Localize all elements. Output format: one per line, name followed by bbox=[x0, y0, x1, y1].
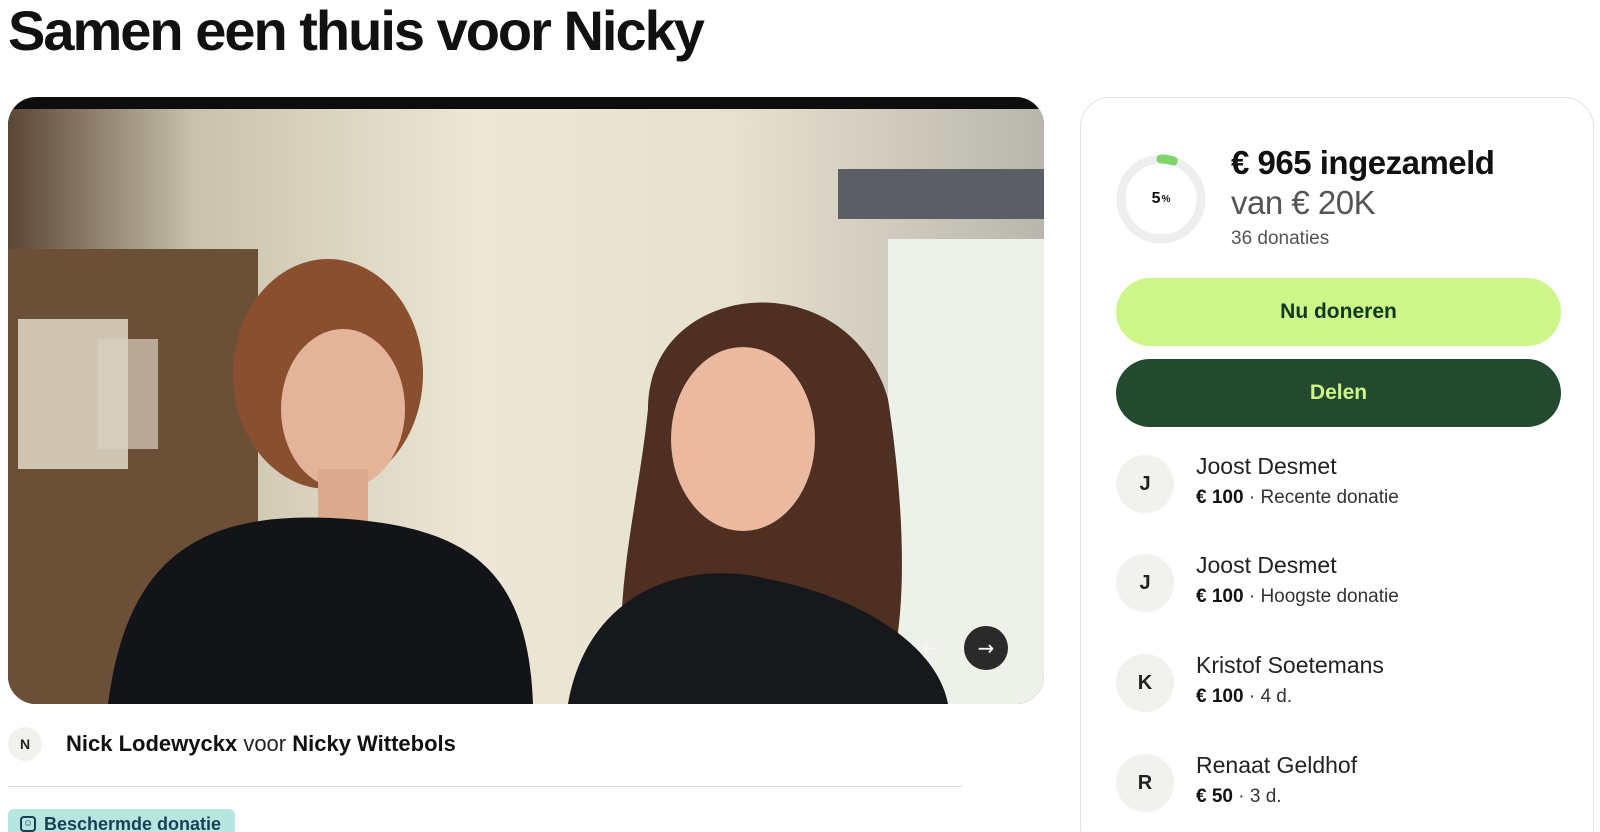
divider bbox=[8, 786, 962, 787]
donor-amount: € 100 bbox=[1196, 686, 1244, 707]
donor-amount: € 100 bbox=[1196, 586, 1244, 607]
badge-label: Beschermde donatie bbox=[44, 813, 222, 832]
donor-item[interactable]: R Renaat Geldhof € 50 · 3 d. bbox=[1116, 752, 1556, 822]
donor-avatar: R bbox=[1116, 754, 1174, 812]
donor-name: Kristof Soetemans bbox=[1196, 652, 1384, 678]
donor-avatar: K bbox=[1116, 654, 1174, 712]
donor-item[interactable]: J Joost Desmet € 100 · Recente donatie bbox=[1116, 453, 1556, 523]
organizer-name[interactable]: Nick Lodewyckx bbox=[66, 731, 237, 756]
arrow-left-icon: ← bbox=[921, 636, 939, 660]
hero-photo bbox=[8, 109, 1044, 704]
donor-meta: € 100 · Recente donatie bbox=[1196, 487, 1399, 508]
donor-detail: Hoogste donatie bbox=[1260, 586, 1399, 607]
donor-detail: 3 d. bbox=[1249, 786, 1282, 807]
carousel-next-button[interactable]: → bbox=[964, 626, 1008, 670]
share-button[interactable]: Delen bbox=[1116, 359, 1561, 427]
donation-panel: 5% € 965 ingezameld van € 20K 36 donatie… bbox=[1080, 97, 1594, 832]
donor-item[interactable]: J Joost Desmet € 100 · Hoogste donatie bbox=[1116, 552, 1556, 622]
donor-name: Joost Desmet bbox=[1196, 552, 1337, 578]
donor-detail: 4 d. bbox=[1260, 686, 1293, 707]
progress-percent: 5% bbox=[1114, 152, 1208, 246]
donor-avatar: J bbox=[1116, 554, 1174, 612]
donate-button[interactable]: Nu doneren bbox=[1116, 278, 1561, 346]
carousel-prev-button[interactable]: ← bbox=[908, 626, 952, 670]
hero-media-carousel[interactable] bbox=[8, 97, 1044, 704]
donor-name: Renaat Geldhof bbox=[1196, 752, 1358, 778]
organizer-row: N Nick Lodewyckx voor Nicky Wittebols bbox=[8, 727, 456, 761]
shield-icon: ☺ bbox=[20, 816, 36, 832]
donor-meta: € 100 · Hoogste donatie bbox=[1196, 586, 1399, 607]
donor-meta: € 50 · 3 d. bbox=[1196, 786, 1282, 807]
organizer-line: Nick Lodewyckx voor Nicky Wittebols bbox=[66, 731, 456, 757]
donor-name: Joost Desmet bbox=[1196, 453, 1337, 479]
organizer-avatar: N bbox=[8, 727, 42, 761]
donations-count: 36 donaties bbox=[1231, 228, 1330, 249]
hero-photo-illustration bbox=[8, 169, 1044, 704]
amount-raised: € 965 ingezameld bbox=[1231, 144, 1495, 181]
donor-item[interactable]: K Kristof Soetemans € 100 · 4 d. bbox=[1116, 652, 1556, 722]
progress-percent-value: 5 bbox=[1151, 190, 1161, 207]
donor-meta: € 100 · 4 d. bbox=[1196, 686, 1293, 707]
goal-amount: van € 20K bbox=[1231, 184, 1376, 221]
protected-donation-badge[interactable]: ☺ Beschermde donatie bbox=[8, 809, 236, 832]
donor-amount: € 100 bbox=[1196, 487, 1244, 508]
arrow-right-icon: → bbox=[977, 636, 995, 660]
donor-amount: € 50 bbox=[1196, 786, 1233, 807]
beneficiary-name[interactable]: Nicky Wittebols bbox=[292, 731, 456, 756]
donor-avatar: J bbox=[1116, 455, 1174, 513]
progress-percent-sign: % bbox=[1161, 193, 1171, 205]
page-title: Samen een thuis voor Nicky bbox=[8, 0, 705, 62]
donor-detail: Recente donatie bbox=[1260, 487, 1399, 508]
organizer-connector: voor bbox=[243, 731, 287, 756]
